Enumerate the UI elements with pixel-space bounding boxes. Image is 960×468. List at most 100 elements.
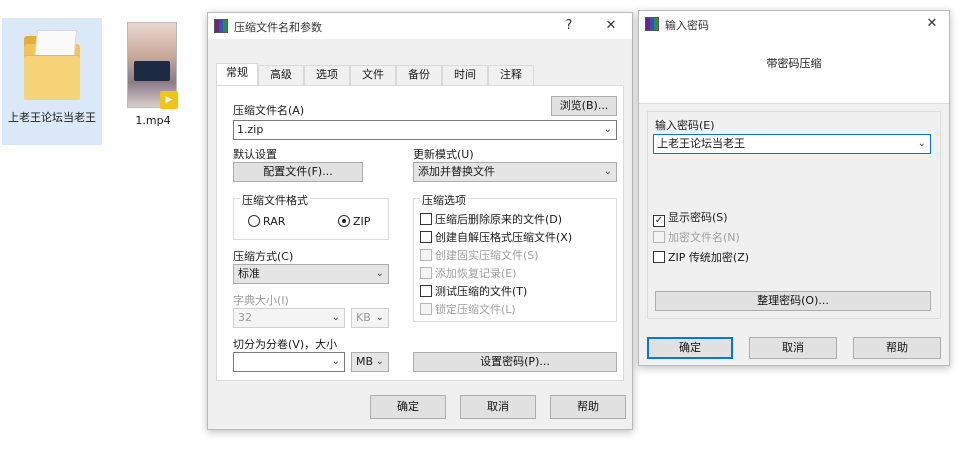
archive-help-button[interactable]: 帮助 xyxy=(550,395,626,419)
update-mode-label: 更新模式(U) xyxy=(413,148,474,161)
help-icon[interactable]: ? xyxy=(560,17,578,35)
desktop-video-file[interactable]: ▶ 1.mp4 xyxy=(118,18,188,128)
chevron-down-icon[interactable]: ⌄ xyxy=(604,121,612,139)
encrypt-names-checkbox: 加密文件名(N) xyxy=(653,231,740,245)
tab-options[interactable]: 选项 xyxy=(304,65,350,85)
tab-comment[interactable]: 注释 xyxy=(488,65,534,85)
opt-label: 锁定压缩文件(L) xyxy=(435,303,516,316)
show-password-checkbox[interactable]: ✓ 显示密码(S) xyxy=(653,211,728,227)
close-icon[interactable]: ✕ xyxy=(923,15,941,33)
format-group-title: 压缩文件格式 xyxy=(240,192,310,208)
options-group: 压缩选项 压缩后删除原来的文件(D) 创建自解压格式压缩文件(X) 创建固实压缩… xyxy=(413,192,617,322)
organize-passwords-button[interactable]: 整理密码(O)... xyxy=(655,291,931,311)
format-zip-label: ZIP xyxy=(353,215,371,228)
video-thumbnail: ▶ xyxy=(127,22,178,109)
update-mode-select[interactable]: 添加并替换文件 ⌄ xyxy=(413,162,617,182)
radio-off-icon xyxy=(248,215,260,227)
format-rar-radio[interactable]: RAR xyxy=(248,215,285,229)
chevron-down-icon: ⌄ xyxy=(375,268,384,279)
opt-delete-after[interactable]: 压缩后删除原来的文件(D) xyxy=(420,213,562,227)
password-heading: 带密码压缩 xyxy=(766,57,822,70)
folder-icon xyxy=(24,30,80,100)
options-group-title: 压缩选项 xyxy=(420,192,468,208)
archive-cancel-button[interactable]: 取消 xyxy=(460,395,536,419)
opt-label: 测试压缩的文件(T) xyxy=(435,285,528,298)
checkbox-icon xyxy=(420,249,432,261)
checkbox-icon xyxy=(420,285,432,297)
method-label: 压缩方式(C) xyxy=(233,250,294,263)
checkmark-icon: ✓ xyxy=(653,215,665,227)
show-password-label: 显示密码(S) xyxy=(668,211,728,224)
filename-label: 压缩文件名(A) xyxy=(233,104,305,117)
method-select[interactable]: 标准 ⌄ xyxy=(233,264,389,284)
split-unit-value: MB xyxy=(356,355,374,368)
video-play-icon: ▶ xyxy=(160,91,178,109)
split-unit-select[interactable]: MB ⌄ xyxy=(351,352,389,372)
method-value: 标准 xyxy=(238,267,260,280)
default-settings-label: 默认设置 xyxy=(233,148,277,161)
password-input[interactable]: 上老王论坛当老王 ⌄ xyxy=(653,134,931,154)
password-help-button[interactable]: 帮助 xyxy=(853,337,941,359)
filename-value: 1.zip xyxy=(237,123,264,136)
password-label: 输入密码(E) xyxy=(655,119,715,132)
password-ok-button[interactable]: 确定 xyxy=(647,337,733,359)
opt-label: 添加恢复记录(E) xyxy=(435,267,517,280)
opt-label: 创建自解压格式压缩文件(X) xyxy=(435,231,573,244)
chevron-down-icon: ⌄ xyxy=(331,312,340,323)
zip-legacy-label: ZIP 传统加密(Z) xyxy=(668,251,750,264)
video-label: 1.mp4 xyxy=(135,114,171,127)
checkbox-icon xyxy=(420,231,432,243)
chevron-down-icon: ⌄ xyxy=(375,356,384,367)
format-zip-radio[interactable]: ZIP xyxy=(338,215,370,229)
dict-unit-select: KB ⌄ xyxy=(351,308,389,328)
zip-legacy-checkbox[interactable]: ZIP 传统加密(Z) xyxy=(653,251,749,265)
divider xyxy=(639,103,949,104)
update-mode-value: 添加并替换文件 xyxy=(418,165,495,178)
password-header: 带密码压缩 xyxy=(639,37,949,103)
password-dialog: 输入密码 ✕ 带密码压缩 输入密码(E) 上老王论坛当老王 ⌄ ✓ 显示密码(S)… xyxy=(638,10,950,366)
dict-select: 32 ⌄ xyxy=(233,308,345,328)
close-icon[interactable]: ✕ xyxy=(602,17,620,35)
encrypt-names-label: 加密文件名(N) xyxy=(668,231,740,244)
opt-sfx[interactable]: 创建自解压格式压缩文件(X) xyxy=(420,231,572,245)
password-value: 上老王论坛当老王 xyxy=(657,137,745,150)
opt-test[interactable]: 测试压缩的文件(T) xyxy=(420,285,527,299)
chevron-down-icon: ⌄ xyxy=(331,356,340,367)
winrar-icon xyxy=(214,19,228,33)
dict-value: 32 xyxy=(238,311,252,324)
dict-label: 字典大小(I) xyxy=(233,294,289,307)
checkbox-icon xyxy=(420,267,432,279)
tab-files[interactable]: 文件 xyxy=(350,65,396,85)
archive-titlebar: 压缩文件名和参数 ? ✕ xyxy=(208,13,632,39)
chevron-down-icon[interactable]: ⌄ xyxy=(918,135,926,153)
dict-unit-value: KB xyxy=(356,311,371,324)
tab-general[interactable]: 常规 xyxy=(216,63,258,86)
checkbox-icon xyxy=(420,303,432,315)
general-panel: 压缩文件名(A) 浏览(B)... 1.zip ⌄ 默认设置 配置文件(F)..… xyxy=(216,85,624,381)
checkbox-icon xyxy=(653,251,665,263)
tab-time[interactable]: 时间 xyxy=(442,65,488,85)
split-size-input[interactable]: ⌄ xyxy=(233,352,345,372)
archive-dialog: 压缩文件名和参数 ? ✕ 常规 高级 选项 文件 备份 时间 注释 压缩文件名(… xyxy=(207,12,633,430)
profiles-button[interactable]: 配置文件(F)... xyxy=(233,162,363,182)
opt-recovery: 添加恢复记录(E) xyxy=(420,267,517,281)
browse-button[interactable]: 浏览(B)... xyxy=(551,96,617,116)
opt-label: 压缩后删除原来的文件(D) xyxy=(435,213,563,226)
tab-backup[interactable]: 备份 xyxy=(396,65,442,85)
format-group: 压缩文件格式 RAR ZIP xyxy=(233,192,389,240)
chevron-down-icon: ⌄ xyxy=(375,312,384,323)
filename-input[interactable]: 1.zip ⌄ xyxy=(233,120,617,140)
password-cancel-button[interactable]: 取消 xyxy=(749,337,837,359)
opt-lock: 锁定压缩文件(L) xyxy=(420,303,516,317)
checkbox-icon xyxy=(653,231,665,243)
folder-label: 上老王论坛当老王 xyxy=(8,111,96,124)
opt-solid: 创建固实压缩文件(S) xyxy=(420,249,539,263)
archive-dialog-title: 压缩文件名和参数 xyxy=(234,21,322,34)
set-password-button[interactable]: 设置密码(P)... xyxy=(413,352,617,372)
archive-ok-button[interactable]: 确定 xyxy=(370,395,446,419)
desktop-folder[interactable]: 上老王论坛当老王 xyxy=(2,18,102,145)
split-label: 切分为分卷(V)，大小 xyxy=(233,338,338,351)
winrar-icon xyxy=(645,17,659,31)
opt-label: 创建固实压缩文件(S) xyxy=(435,249,539,262)
tab-advanced[interactable]: 高级 xyxy=(258,65,304,85)
